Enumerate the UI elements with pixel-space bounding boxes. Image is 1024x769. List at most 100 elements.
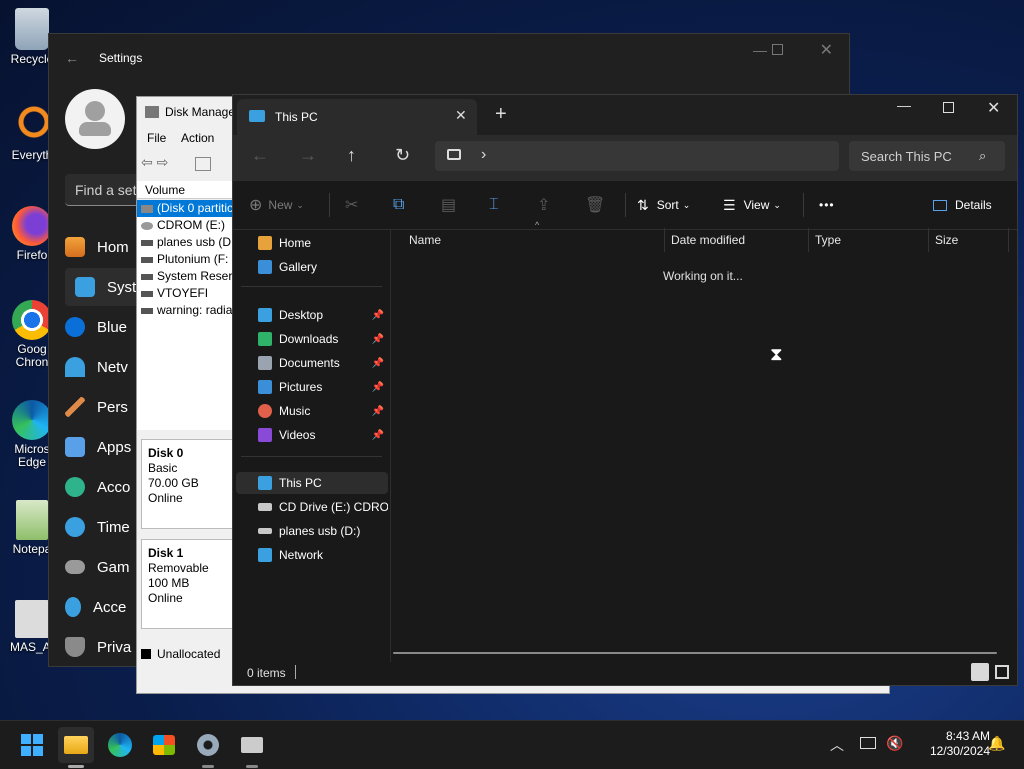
chevron-down-icon: ⌄ (296, 199, 304, 210)
start-button[interactable] (14, 727, 50, 763)
legend-swatch (141, 649, 151, 659)
back-arrow-icon[interactable]: ⇦ ⇨ (141, 154, 168, 171)
clock[interactable]: 8:43 AM 12/30/2024 (926, 729, 990, 759)
person-icon (65, 477, 85, 497)
horizontal-scrollbar[interactable] (393, 652, 997, 654)
disk-type: Removable (148, 561, 209, 575)
command-bar: ⊕ New ⌄ ✂ ⧉ ▤ ⌶ ⇪ 🗑 ⇅ Sort ⌄ ☰ View ⌄ ••• Deta… (233, 181, 1017, 230)
minimize-icon[interactable]: — (753, 42, 767, 58)
details-view-toggle-icon[interactable] (971, 663, 989, 681)
paste-icon[interactable]: ▤ (441, 181, 456, 229)
up-arrow-icon[interactable]: ↑ (347, 145, 356, 166)
volume-row[interactable]: planes usb (D: (137, 234, 233, 251)
view-button[interactable]: ☰ View ⌄ (723, 181, 781, 229)
close-icon[interactable]: ✕ (987, 98, 1000, 118)
column-header-size[interactable]: Size (929, 228, 1009, 252)
disk-name: Disk 1 (148, 546, 184, 560)
tab-this-pc[interactable]: This PC ✕ (237, 99, 477, 135)
column-header-name[interactable]: Name (403, 228, 665, 252)
divider (329, 193, 330, 217)
disk-icon (145, 106, 159, 118)
pin-icon[interactable]: 📌 (372, 406, 384, 417)
nav-item-network[interactable]: Network (236, 544, 388, 566)
delete-icon[interactable]: 🗑 (585, 181, 605, 229)
volume-row[interactable]: System Reserv (137, 268, 233, 285)
download-icon (258, 332, 272, 346)
tiles-view-toggle-icon[interactable] (995, 665, 1009, 679)
nav-item-gallery[interactable]: Gallery (236, 256, 388, 278)
shield-icon (65, 637, 85, 657)
close-icon[interactable]: ✕ (820, 40, 833, 60)
maximize-icon[interactable] (943, 102, 954, 113)
document-icon (258, 356, 272, 370)
divider (625, 193, 626, 217)
volume-row[interactable]: Plutonium (F: (137, 251, 233, 268)
pin-icon[interactable]: 📌 (372, 382, 384, 393)
back-arrow-icon[interactable]: ← (65, 50, 79, 66)
notification-bell-icon[interactable]: 🔔 (988, 735, 1005, 752)
pin-icon[interactable]: 📌 (372, 334, 384, 345)
copy-icon[interactable]: ⧉ (393, 181, 404, 229)
taskbar-edge[interactable] (102, 727, 138, 763)
taskbar-file-explorer[interactable] (58, 727, 94, 763)
divider (241, 456, 382, 457)
volume-row[interactable]: CDROM (E:) (137, 217, 233, 234)
network-icon[interactable] (860, 737, 876, 749)
address-bar[interactable]: › (435, 141, 839, 171)
new-tab-plus-icon[interactable]: + (495, 103, 507, 126)
volume-row[interactable]: VTOYEFI (137, 285, 233, 302)
disk-type: Basic (148, 461, 178, 475)
tab-close-icon[interactable]: ✕ (455, 107, 467, 124)
refresh-icon[interactable]: ↻ (395, 145, 410, 166)
volume-muted-icon[interactable]: 🔇 (886, 735, 903, 752)
disk-icon (241, 737, 263, 753)
column-header-type[interactable]: Type (809, 228, 929, 252)
nav-item-this-pc[interactable]: This PC (236, 472, 388, 494)
nav-item-downloads[interactable]: Downloads 📌 (236, 328, 388, 350)
sort-button[interactable]: ⇅ Sort ⌄ (637, 181, 690, 229)
minimize-icon[interactable]: — (897, 97, 911, 113)
nav-item-usb-drive[interactable]: planes usb (D:) (236, 520, 388, 542)
maximize-icon[interactable] (772, 44, 783, 55)
disk-1-panel[interactable]: Disk 1 Removable 100 MB Online (141, 539, 233, 629)
properties-icon[interactable] (195, 157, 211, 171)
taskbar-settings[interactable] (190, 727, 226, 763)
column-header-volume[interactable]: Volume (137, 181, 233, 199)
nav-item-music[interactable]: Music 📌 (236, 400, 388, 422)
nav-item-documents[interactable]: Documents 📌 (236, 352, 388, 374)
nav-item-cd-drive[interactable]: CD Drive (E:) CDROM (236, 496, 388, 518)
nav-item-videos[interactable]: Videos 📌 (236, 424, 388, 446)
menu-file[interactable]: File (147, 131, 166, 145)
volume-row[interactable]: (Disk 0 partitic (137, 200, 233, 217)
this-pc-icon (258, 476, 272, 490)
nav-item-home[interactable]: Home (236, 232, 388, 254)
pin-icon[interactable]: 📌 (372, 430, 384, 441)
disk-0-panel[interactable]: Disk 0 Basic 70.00 GB Online (141, 439, 233, 529)
show-hidden-icons-chevron-icon[interactable]: ︿ (830, 735, 844, 755)
menu-action[interactable]: Action (181, 131, 214, 145)
pin-icon[interactable]: 📌 (372, 358, 384, 369)
window-title: Settings (99, 51, 143, 65)
forward-arrow-icon[interactable]: → (299, 145, 317, 166)
disk-name: Disk 0 (148, 446, 184, 460)
new-button[interactable]: ⊕ New ⌄ (249, 181, 304, 229)
notepad-icon (16, 500, 48, 540)
breadcrumb-chevron-icon[interactable]: › (481, 146, 486, 164)
picture-icon (258, 380, 272, 394)
more-options-button[interactable]: ••• (819, 181, 835, 229)
column-header-date-modified[interactable]: Date modified (665, 228, 809, 252)
rename-icon[interactable]: ⌶ (489, 181, 499, 229)
search-input[interactable]: Search This PC ⌕ (849, 141, 1005, 171)
pin-icon[interactable]: 📌 (372, 310, 384, 321)
window-title: Disk Manage (165, 105, 236, 119)
nav-item-desktop[interactable]: Desktop 📌 (236, 304, 388, 326)
nav-item-pictures[interactable]: Pictures 📌 (236, 376, 388, 398)
volume-row[interactable]: warning: radia (137, 302, 233, 319)
taskbar-disk-management[interactable] (234, 727, 270, 763)
details-button[interactable]: Details (933, 181, 992, 229)
taskbar-store[interactable] (146, 727, 182, 763)
disk-status: Online (148, 491, 183, 505)
back-arrow-icon[interactable]: ← (251, 145, 269, 166)
file-explorer-window[interactable]: This PC ✕ + — ✕ ← → ↑ ↻ › Search This PC… (232, 94, 1018, 686)
cut-icon[interactable]: ✂ (345, 181, 358, 229)
